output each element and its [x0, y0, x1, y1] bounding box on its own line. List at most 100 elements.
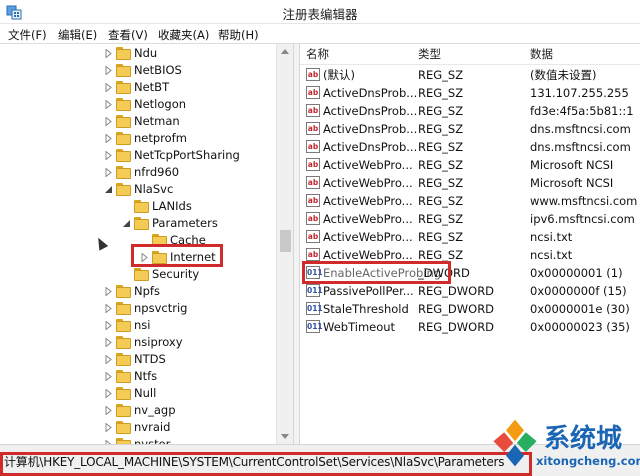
column-header-data[interactable]: 数据 [530, 44, 553, 64]
registry-values-pane[interactable]: 名称 类型 数据 ab (默认) REG_SZ (数值未设置) ab ActiveDnsP… [300, 44, 640, 444]
tree-item[interactable]: nv_agp [0, 402, 276, 419]
value-row[interactable]: ab ActiveDnsProb... REG_SZ 131.107.255.255 [300, 84, 640, 102]
scroll-down-arrow-icon[interactable] [281, 434, 289, 439]
tree-collapsed-arrow-icon[interactable] [104, 151, 113, 160]
tree-collapsed-arrow-icon[interactable] [104, 49, 113, 58]
tree-collapsed-arrow-icon[interactable] [104, 338, 113, 347]
column-header-type[interactable]: 类型 [418, 44, 441, 64]
tree-item[interactable]: Ndu [0, 45, 276, 62]
tree-item[interactable]: Security [0, 266, 276, 283]
tree-item[interactable]: Null [0, 385, 276, 402]
menu-help[interactable]: 帮助(H) [218, 27, 259, 43]
scroll-thumb[interactable] [280, 230, 291, 252]
value-type: REG_SZ [418, 248, 464, 262]
value-row[interactable]: 011 StaleThreshold REG_DWORD 0x0000001e (30… [300, 300, 640, 318]
tree-collapsed-arrow-icon[interactable] [104, 304, 113, 313]
tree-collapsed-arrow-icon[interactable] [104, 389, 113, 398]
tree-collapsed-arrow-icon[interactable] [104, 287, 113, 296]
tree-collapsed-arrow-icon[interactable] [104, 168, 113, 177]
value-row[interactable]: ab ActiveDnsProb... REG_SZ dns.msftncsi.com [300, 138, 640, 156]
tree-item[interactable]: NetTcpPortSharing [0, 147, 276, 164]
tree-item[interactable]: npsvctrig [0, 300, 276, 317]
tree-item-label: Netman [134, 114, 180, 128]
value-row[interactable]: ab ActiveWebPro... REG_SZ www.msftncsi.com [300, 192, 640, 210]
value-name: ActiveWebPro... [323, 212, 413, 226]
folder-icon [134, 267, 150, 281]
tree-item[interactable]: nvraid [0, 419, 276, 436]
value-name: ActiveWebPro... [323, 248, 413, 262]
menu-file[interactable]: 文件(F) [8, 27, 47, 43]
value-data: 0x00000023 (35) [530, 320, 630, 334]
value-data: ipv6.msftncsi.com [530, 212, 635, 226]
value-row[interactable]: ab ActiveDnsProb... REG_SZ dns.msftncsi.com [300, 120, 640, 138]
tree-item[interactable]: NlaSvc [0, 181, 276, 198]
title-bar: 注册表编辑器 [0, 0, 640, 24]
value-name: ActiveWebPro... [323, 230, 413, 244]
registry-tree-pane[interactable]: Ndu NetBIOS NetBT Netlogon Netman netprofm Net… [0, 44, 293, 444]
value-row[interactable]: 011 EnableActiveProbing _DWORD 0x00000001 (… [300, 264, 640, 282]
pane-splitter[interactable] [293, 44, 300, 444]
tree-item[interactable]: Netman [0, 113, 276, 130]
folder-icon [116, 148, 132, 162]
tree-collapsed-arrow-icon[interactable] [104, 321, 113, 330]
tree-collapsed-arrow-icon[interactable] [104, 406, 113, 415]
value-data: (数值未设置) [530, 68, 597, 82]
tree-collapsed-arrow-icon[interactable] [104, 372, 113, 381]
value-data: ncsi.txt [530, 248, 573, 262]
value-type: REG_DWORD [418, 302, 495, 316]
tree-vertical-scrollbar[interactable] [276, 44, 293, 444]
string-value-icon: ab [306, 176, 320, 189]
scroll-up-arrow-icon[interactable] [281, 49, 289, 54]
tree-item[interactable]: nsi [0, 317, 276, 334]
menu-view[interactable]: 查看(V) [108, 27, 148, 43]
value-type: REG_SZ [418, 212, 464, 226]
tree-item-label: netprofm [134, 131, 187, 145]
tree-item[interactable]: LANIds [0, 198, 276, 215]
watermark-text: 系统城 [544, 424, 623, 454]
tree-item[interactable]: NTDS [0, 351, 276, 368]
menu-edit[interactable]: 编辑(E) [58, 27, 97, 43]
tree-item[interactable]: NetBT [0, 79, 276, 96]
tree-collapsed-arrow-icon[interactable] [104, 134, 113, 143]
tree-item[interactable]: Ntfs [0, 368, 276, 385]
value-row[interactable]: ab ActiveWebPro... REG_SZ Microsoft NCSI [300, 156, 640, 174]
value-row[interactable]: ab ActiveDnsProb... REG_SZ fd3e:4f5a:5b81::… [300, 102, 640, 120]
tree-item[interactable]: nvstor [0, 436, 276, 444]
folder-icon [116, 46, 132, 60]
column-header-name[interactable]: 名称 [306, 44, 329, 64]
menu-favorites[interactable]: 收藏夹(A) [158, 27, 209, 43]
folder-icon [116, 301, 132, 315]
value-row[interactable]: ab ActiveWebPro... REG_SZ ncsi.txt [300, 246, 640, 264]
tree-item[interactable]: nfrd960 [0, 164, 276, 181]
tree-collapsed-arrow-icon[interactable] [104, 66, 113, 75]
watermark-logo-icon [493, 419, 537, 467]
tree-expanded-arrow-icon[interactable] [122, 219, 131, 228]
tree-item[interactable]: Npfs [0, 283, 276, 300]
tree-collapsed-arrow-icon[interactable] [104, 117, 113, 126]
tree-collapsed-arrow-icon[interactable] [104, 423, 113, 432]
tree-collapsed-arrow-icon[interactable] [104, 83, 113, 92]
tree-item[interactable]: Internet [0, 249, 276, 266]
tree-collapsed-arrow-icon[interactable] [140, 253, 149, 262]
folder-icon [116, 63, 132, 77]
value-type: REG_SZ [418, 230, 464, 244]
tree-expanded-arrow-icon[interactable] [104, 185, 113, 194]
folder-icon [152, 233, 168, 247]
value-row[interactable]: 011 PassivePollPer... REG_DWORD 0x0000000f … [300, 282, 640, 300]
tree-collapsed-arrow-icon[interactable] [104, 100, 113, 109]
tree-item[interactable]: netprofm [0, 130, 276, 147]
value-row[interactable]: ab ActiveWebPro... REG_SZ ncsi.txt [300, 228, 640, 246]
value-data: dns.msftncsi.com [530, 122, 631, 136]
tree-item[interactable]: NetBIOS [0, 62, 276, 79]
tree-item[interactable]: Netlogon [0, 96, 276, 113]
value-name: (默认) [323, 68, 355, 82]
value-row[interactable]: ab ActiveWebPro... REG_SZ ipv6.msftncsi.com [300, 210, 640, 228]
value-row[interactable]: 011 WebTimeout REG_DWORD 0x00000023 (35) [300, 318, 640, 336]
tree-item[interactable]: nsiproxy [0, 334, 276, 351]
value-row[interactable]: ab ActiveWebPro... REG_SZ Microsoft NCSI [300, 174, 640, 192]
value-data: 0x0000001e (30) [530, 302, 630, 316]
value-row[interactable]: ab (默认) REG_SZ (数值未设置) [300, 66, 640, 84]
tree-item[interactable]: Parameters [0, 215, 276, 232]
tree-item[interactable]: Cache [0, 232, 276, 249]
tree-collapsed-arrow-icon[interactable] [104, 355, 113, 364]
